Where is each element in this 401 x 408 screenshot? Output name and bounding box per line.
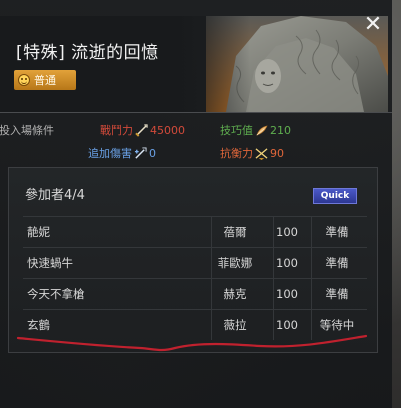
party-list-box: 參加者4/4 Quick 靘妮 蓓爾 100 準備 快速蝸牛 菲歐娜 100 準… — [8, 167, 378, 353]
member-character: 薇拉 — [223, 318, 247, 332]
member-level: 100 — [276, 318, 298, 332]
header-divider — [0, 112, 392, 113]
member-status: 準備 — [325, 287, 349, 301]
sword-plus-icon — [134, 146, 147, 159]
crossed-swords-icon — [135, 123, 148, 137]
difficulty-label: 普通 — [34, 74, 56, 87]
party-member-row[interactable]: 靘妮 蓓爾 100 準備 — [23, 216, 367, 247]
party-member-row[interactable]: 今天不拿槍 赫克 100 準備 — [23, 278, 367, 309]
combat-power-label: 戰鬥力 — [100, 124, 133, 137]
member-status: 等待中 — [319, 318, 355, 332]
member-character: 蓓爾 — [223, 225, 247, 239]
member-level: 100 — [276, 225, 298, 239]
party-member-row[interactable]: 快速蝸牛 菲歐娜 100 準備 — [23, 247, 367, 278]
extra-damage-label: 追加傷害 — [88, 147, 132, 160]
member-name: 今天不拿槍 — [27, 287, 85, 301]
member-name: 玄鶴 — [27, 318, 50, 332]
close-button[interactable]: ✕ — [362, 14, 384, 36]
party-table: 靘妮 蓓爾 100 準備 快速蝸牛 菲歐娜 100 準備 今天不拿槍 赫克 10… — [23, 216, 367, 340]
member-name: 靘妮 — [27, 225, 50, 239]
quick-button[interactable]: Quick — [313, 188, 357, 204]
member-status: 準備 — [325, 256, 349, 270]
party-member-row[interactable]: 玄鶴 薇拉 100 等待中 — [23, 309, 367, 340]
header-fade — [0, 16, 250, 112]
combat-power-stat: 戰鬥力 45000 — [100, 122, 185, 138]
entry-condition: 可投入場條件 — [0, 122, 54, 138]
dungeon-title: [特殊] 流逝的回憶 — [16, 43, 159, 63]
feather-icon — [256, 124, 268, 136]
skill-value: 210 — [270, 123, 291, 137]
difficulty-badge: 普通 — [14, 70, 76, 90]
smile-face-icon — [18, 74, 30, 86]
skill-value-label: 技巧值 — [220, 124, 253, 137]
dungeon-info-panel: ✕ [特殊] 流逝的回憶 普通 可投入場條件 戰鬥力 45000 技巧值 210 — [0, 0, 392, 408]
shield-swords-icon — [255, 147, 268, 160]
skill-value-stat: 技巧值 210 — [220, 122, 291, 138]
extra-damage-value: 0 — [149, 146, 156, 160]
party-count-title: 參加者4/4 — [25, 188, 85, 203]
close-icon: ✕ — [363, 12, 383, 37]
member-character: 赫克 — [223, 287, 247, 301]
member-level: 100 — [276, 287, 298, 301]
combat-power-value: 45000 — [150, 123, 185, 137]
extra-damage-stat: 追加傷害 0 — [88, 145, 156, 161]
member-status: 準備 — [325, 225, 349, 239]
resistance-value: 90 — [270, 146, 284, 160]
resistance-label: 抗衡力 — [220, 147, 253, 160]
member-character: 菲歐娜 — [217, 256, 253, 270]
member-name: 快速蝸牛 — [27, 256, 73, 270]
resistance-stat: 抗衡力 90 — [220, 145, 284, 161]
entry-condition-label: 可投入場條件 — [0, 124, 54, 137]
member-level: 100 — [276, 256, 298, 270]
